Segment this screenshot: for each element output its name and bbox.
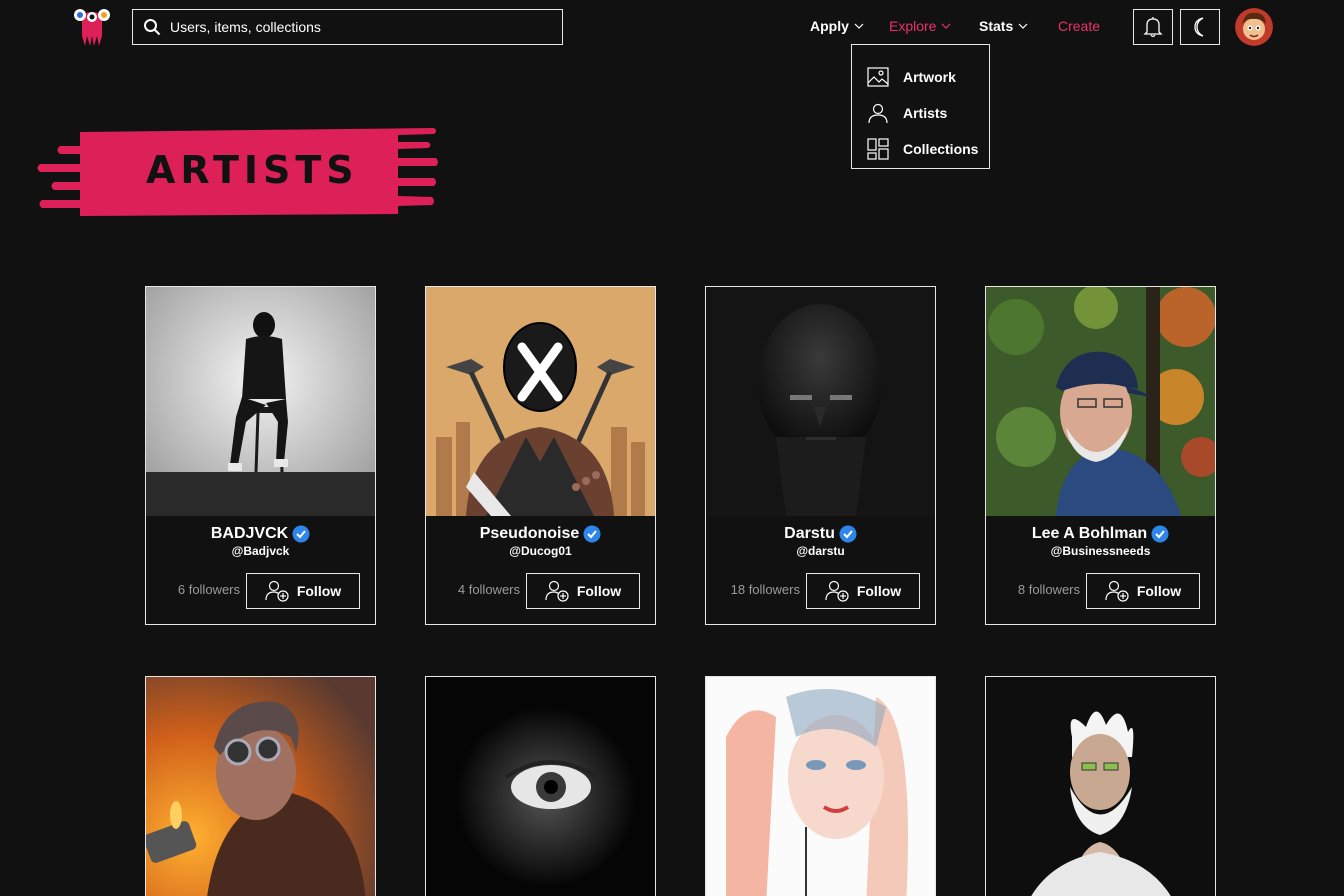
verified-badge-icon [292, 525, 310, 543]
follower-count: 18 followers [730, 582, 800, 597]
artist-name[interactable]: Lee A Bohlman [1032, 525, 1147, 543]
add-user-icon [545, 580, 569, 602]
follow-label: Follow [1136, 583, 1182, 599]
artists-page: Apply Explore Stats Create [0, 0, 1344, 896]
artist-name[interactable]: Darstu [784, 525, 835, 543]
artist-card[interactable] [985, 676, 1216, 896]
add-user-icon [1105, 580, 1129, 602]
add-user-icon [825, 580, 849, 602]
nav-create[interactable]: Create [1058, 18, 1100, 34]
avatar-image [1235, 8, 1273, 46]
bell-icon [1143, 17, 1163, 38]
artist-image[interactable] [986, 287, 1215, 516]
artist-card-body: Darstu @darstu 18 followers Follow [706, 516, 935, 624]
artist-image[interactable] [146, 677, 375, 896]
menu-item-artists[interactable]: Artists [852, 95, 989, 131]
artist-card-body: Pseudonoise @Ducog01 4 followers Follow [426, 516, 655, 624]
verified-badge-icon [839, 525, 857, 543]
user-avatar[interactable] [1235, 8, 1273, 46]
nav-apply[interactable]: Apply [810, 18, 864, 34]
artist-image[interactable] [986, 677, 1215, 896]
artist-card-body: Lee A Bohlman @Businessneeds 8 followers… [986, 516, 1215, 624]
follow-button[interactable]: Follow [526, 573, 640, 609]
artist-name-row: Darstu [706, 525, 935, 543]
nav-create-label: Create [1058, 18, 1101, 34]
follow-button[interactable]: Follow [246, 573, 360, 609]
menu-item-label: Artists [903, 105, 948, 121]
artist-name[interactable]: Pseudonoise [480, 525, 580, 543]
artist-card[interactable] [425, 676, 656, 896]
artist-image[interactable] [706, 677, 935, 896]
follower-count: 6 followers [177, 582, 240, 597]
verified-badge-icon [1151, 525, 1169, 543]
menu-item-artwork[interactable]: Artwork [852, 59, 989, 95]
menu-item-label: Collections [903, 141, 979, 157]
follow-button[interactable]: Follow [1086, 573, 1200, 609]
chevron-down-icon [1018, 23, 1028, 29]
nav-explore[interactable]: Explore [889, 18, 951, 34]
artist-card-body: BADJVCK @Badjvck 6 followers Follow [146, 516, 375, 624]
nav-stats[interactable]: Stats [979, 18, 1028, 34]
logo-icon [74, 9, 110, 46]
artist-image[interactable] [426, 677, 655, 896]
verified-badge-icon [583, 525, 601, 543]
artist-image[interactable] [146, 287, 375, 516]
artist-name-row: BADJVCK [146, 525, 375, 543]
site-logo[interactable] [72, 6, 112, 46]
notifications-button[interactable] [1133, 9, 1173, 45]
artist-handle[interactable]: @Ducog01 [426, 544, 655, 558]
artist-handle[interactable]: @Badjvck [146, 544, 375, 558]
artist-card[interactable]: BADJVCK @Badjvck 6 followers Follow [145, 286, 376, 625]
nav-explore-label: Explore [889, 18, 937, 34]
menu-item-collections[interactable]: Collections [852, 131, 989, 167]
artwork-icon [867, 67, 889, 87]
follow-label: Follow [576, 583, 622, 599]
nav-apply-label: Apply [810, 18, 849, 34]
search-bar[interactable] [132, 9, 563, 45]
artist-card[interactable] [145, 676, 376, 896]
add-user-icon [265, 580, 289, 602]
follow-button[interactable]: Follow [806, 573, 920, 609]
person-icon [868, 103, 888, 124]
page-title: ARTISTS [146, 148, 359, 192]
nav-stats-label: Stats [979, 18, 1014, 34]
follower-count: 8 followers [1017, 582, 1080, 597]
artist-card[interactable] [705, 676, 936, 896]
chevron-down-icon [854, 23, 864, 29]
explore-dropdown: Artwork Artists Collections [851, 44, 990, 169]
follow-label: Follow [856, 583, 902, 599]
artist-handle[interactable]: @darstu [706, 544, 935, 558]
moon-icon [1194, 17, 1204, 37]
artist-image[interactable] [426, 287, 655, 516]
theme-toggle-button[interactable] [1180, 9, 1220, 45]
artist-card[interactable]: Darstu @darstu 18 followers Follow [705, 286, 936, 625]
artist-name[interactable]: BADJVCK [211, 525, 288, 543]
artist-image[interactable] [706, 287, 935, 516]
artist-handle[interactable]: @Businessneeds [986, 544, 1215, 558]
artist-name-row: Pseudonoise [426, 525, 655, 543]
search-icon [144, 19, 161, 36]
chevron-down-icon [942, 23, 951, 29]
search-input[interactable] [170, 19, 550, 35]
follow-label: Follow [296, 583, 342, 599]
artist-card[interactable]: Pseudonoise @Ducog01 4 followers Follow [425, 286, 656, 625]
grid-icon [867, 138, 889, 160]
follower-count: 4 followers [457, 582, 520, 597]
artist-name-row: Lee A Bohlman [986, 525, 1215, 543]
artist-card[interactable]: Lee A Bohlman @Businessneeds 8 followers… [985, 286, 1216, 625]
menu-item-label: Artwork [903, 69, 956, 85]
